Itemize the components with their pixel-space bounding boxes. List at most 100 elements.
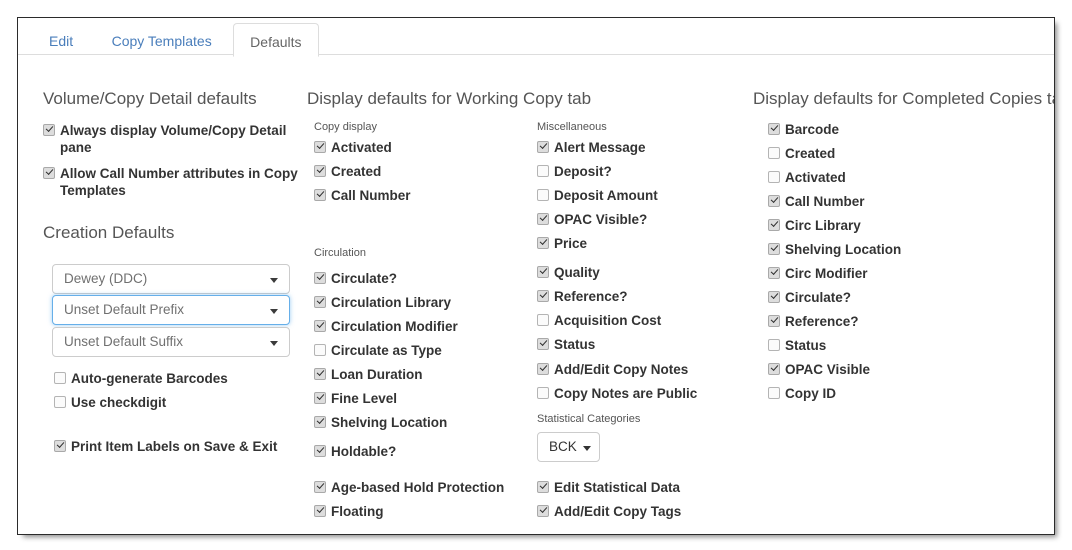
checkbox-quality[interactable]: Quality: [537, 264, 600, 281]
checkbox-circulate[interactable]: Circulate?: [768, 289, 851, 306]
checkbox-holdable[interactable]: Holdable?: [314, 443, 396, 460]
checkbox-box[interactable]: [314, 272, 326, 284]
checkbox-call-number[interactable]: Call Number: [768, 193, 865, 210]
checkbox-box[interactable]: [768, 315, 780, 327]
checkbox-box[interactable]: [537, 314, 549, 326]
checkbox-box[interactable]: [768, 291, 780, 303]
checkbox-age-based-hold-protection[interactable]: Age-based Hold Protection: [314, 479, 504, 496]
checkbox-box[interactable]: [314, 344, 326, 356]
checkbox-acquisition-cost[interactable]: Acquisition Cost: [537, 312, 661, 329]
checkbox-alert-message[interactable]: Alert Message: [537, 139, 646, 156]
checkbox-box[interactable]: [537, 290, 549, 302]
checkbox-box[interactable]: [54, 440, 66, 452]
checkbox-box[interactable]: [314, 320, 326, 332]
checkbox-allow-call-number-attributes[interactable]: Allow Call Number attributes in Copy Tem…: [43, 165, 300, 199]
checkbox-created[interactable]: Created: [768, 145, 835, 162]
checkbox-box[interactable]: [768, 195, 780, 207]
checkbox-reference[interactable]: Reference?: [537, 288, 628, 305]
checkbox-floating[interactable]: Floating: [314, 503, 384, 520]
checkbox-label: Call Number: [331, 188, 411, 203]
checkbox-box[interactable]: [768, 147, 780, 159]
checkbox-fine-level[interactable]: Fine Level: [314, 390, 397, 407]
checkbox-box[interactable]: [537, 165, 549, 177]
checkbox-status[interactable]: Status: [537, 336, 595, 353]
checkbox-use-checkdigit[interactable]: Use checkdigit: [54, 394, 166, 411]
checkbox-box[interactable]: [768, 123, 780, 135]
checkbox-box[interactable]: [54, 372, 66, 384]
defaults-content: Volume/Copy Detail defaults Always displ…: [18, 55, 1054, 534]
checkbox-box[interactable]: [314, 296, 326, 308]
checkbox-label: Circulation Modifier: [331, 319, 458, 334]
tab-defaults[interactable]: Defaults: [233, 23, 319, 57]
checkbox-box[interactable]: [537, 387, 549, 399]
checkbox-circulate[interactable]: Circulate?: [314, 270, 397, 287]
checkbox-copy-id[interactable]: Copy ID: [768, 385, 836, 402]
checkbox-box[interactable]: [768, 267, 780, 279]
checkbox-copy-notes-are-public[interactable]: Copy Notes are Public: [537, 385, 697, 402]
checkbox-box[interactable]: [537, 213, 549, 225]
checkbox-box[interactable]: [43, 124, 55, 136]
checkbox-box[interactable]: [768, 219, 780, 231]
checkbox-box[interactable]: [537, 505, 549, 517]
select-classification-scheme[interactable]: Dewey (DDC): [52, 264, 290, 294]
checkbox-box[interactable]: [768, 171, 780, 183]
checkbox-box[interactable]: [537, 237, 549, 249]
checkbox-label: Copy ID: [785, 386, 837, 401]
checkbox-circulation-modifier[interactable]: Circulation Modifier: [314, 318, 458, 335]
checkbox-activated[interactable]: Activated: [314, 139, 392, 156]
checkbox-circ-modifier[interactable]: Circ Modifier: [768, 265, 868, 282]
checkbox-box[interactable]: [314, 141, 326, 153]
checkbox-box[interactable]: [43, 167, 55, 179]
checkbox-label: Circ Library: [785, 218, 861, 233]
checkbox-reference[interactable]: Reference?: [768, 313, 859, 330]
checkbox-box[interactable]: [768, 339, 780, 351]
checkbox-shelving-location[interactable]: Shelving Location: [314, 414, 447, 431]
checkbox-opac-visible[interactable]: OPAC Visible?: [537, 211, 647, 228]
checkbox-box[interactable]: [537, 141, 549, 153]
checkbox-loan-duration[interactable]: Loan Duration: [314, 366, 423, 383]
checkbox-circulation-library[interactable]: Circulation Library: [314, 294, 451, 311]
tab-edit[interactable]: Edit: [32, 22, 90, 56]
checkbox-shelving-location[interactable]: Shelving Location: [768, 241, 901, 258]
checkbox-box[interactable]: [768, 363, 780, 375]
checkbox-circ-library[interactable]: Circ Library: [768, 217, 861, 234]
checkbox-box[interactable]: [314, 445, 326, 457]
checkbox-always-display-volume-copy-detail-pane[interactable]: Always display Volume/Copy Detail pane: [43, 122, 300, 156]
checkbox-auto-generate-barcodes[interactable]: Auto-generate Barcodes: [54, 370, 228, 387]
checkbox-activated[interactable]: Activated: [768, 169, 846, 186]
checkbox-created[interactable]: Created: [314, 163, 381, 180]
checkbox-add-edit-copy-notes[interactable]: Add/Edit Copy Notes: [537, 361, 688, 378]
checkbox-box[interactable]: [537, 363, 549, 375]
checkbox-label: OPAC Visible: [785, 362, 871, 377]
statistical-category-dropdown-button[interactable]: BCK: [537, 432, 600, 462]
tab-copy-templates[interactable]: Copy Templates: [95, 22, 229, 56]
checkbox-box[interactable]: [537, 338, 549, 350]
checkbox-price[interactable]: Price: [537, 235, 587, 252]
checkbox-deposit[interactable]: Deposit?: [537, 163, 612, 180]
checkbox-label: Circulate?: [785, 290, 852, 305]
checkbox-deposit-amount[interactable]: Deposit Amount: [537, 187, 658, 204]
checkbox-edit-statistical-data[interactable]: Edit Statistical Data: [537, 479, 680, 496]
checkbox-box[interactable]: [314, 392, 326, 404]
checkbox-box[interactable]: [768, 387, 780, 399]
select-default-suffix[interactable]: Unset Default Suffix: [52, 327, 290, 357]
checkbox-box[interactable]: [314, 505, 326, 517]
checkbox-circulate-as-type[interactable]: Circulate as Type: [314, 342, 442, 359]
checkbox-barcode[interactable]: Barcode: [768, 121, 839, 138]
select-default-prefix[interactable]: Unset Default Prefix: [52, 295, 290, 325]
checkbox-box[interactable]: [537, 189, 549, 201]
checkbox-box[interactable]: [314, 481, 326, 493]
checkbox-box[interactable]: [537, 481, 549, 493]
checkbox-add-edit-copy-tags[interactable]: Add/Edit Copy Tags: [537, 503, 681, 520]
checkbox-box[interactable]: [314, 165, 326, 177]
checkbox-box[interactable]: [314, 189, 326, 201]
checkbox-print-item-labels[interactable]: Print Item Labels on Save & Exit: [54, 438, 277, 455]
checkbox-box[interactable]: [768, 243, 780, 255]
checkbox-status[interactable]: Status: [768, 337, 826, 354]
checkbox-box[interactable]: [314, 416, 326, 428]
checkbox-box[interactable]: [54, 396, 66, 408]
checkbox-box[interactable]: [537, 266, 549, 278]
checkbox-box[interactable]: [314, 368, 326, 380]
checkbox-opac-visible[interactable]: OPAC Visible: [768, 361, 870, 378]
checkbox-call-number[interactable]: Call Number: [314, 187, 411, 204]
